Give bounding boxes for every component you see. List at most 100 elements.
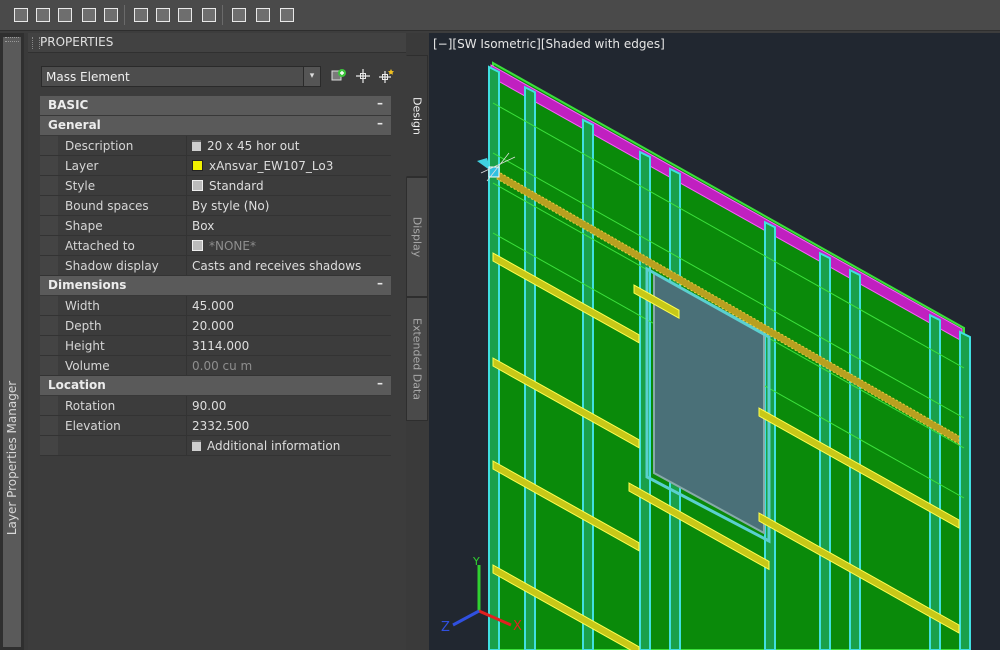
property-value[interactable]: 20 x 45 hor out bbox=[192, 139, 299, 153]
tab-extended-data[interactable]: Extended Data bbox=[406, 297, 428, 421]
display-manager-icon[interactable] bbox=[174, 4, 194, 24]
property-value-text: xAnsvar_EW107_Lo3 bbox=[209, 159, 334, 173]
property-value[interactable]: Additional information bbox=[192, 439, 340, 453]
collapse-icon[interactable]: – bbox=[377, 96, 383, 110]
object-type-select[interactable]: Mass Element ▾ bbox=[41, 66, 321, 87]
property-value-text: 45.000 bbox=[192, 299, 234, 313]
row-gutter bbox=[40, 296, 58, 315]
column-divider bbox=[186, 196, 187, 215]
collapse-icon[interactable]: – bbox=[377, 376, 383, 390]
column-divider bbox=[186, 256, 187, 275]
property-value[interactable]: 0.00 cu m bbox=[192, 359, 252, 373]
tab-display[interactable]: Display bbox=[406, 177, 428, 297]
column-divider bbox=[186, 176, 187, 195]
yellow-layer-swatch bbox=[192, 160, 203, 171]
property-row[interactable]: Description 20 x 45 hor out bbox=[40, 136, 391, 156]
column-divider bbox=[186, 416, 187, 435]
category-dimensions[interactable]: Dimensions – bbox=[40, 276, 391, 296]
property-row[interactable]: Bound spaces By style (No) bbox=[40, 196, 391, 216]
row-gutter bbox=[40, 176, 58, 195]
property-row[interactable]: Height 3114.000 bbox=[40, 336, 391, 356]
property-row[interactable]: Width 45.000 bbox=[40, 296, 391, 316]
property-name: Attached to bbox=[65, 239, 135, 253]
ucs-z-label: Z bbox=[441, 620, 450, 635]
stud[interactable] bbox=[959, 330, 971, 650]
property-row[interactable]: Style Standard bbox=[40, 176, 391, 196]
zoom-icon[interactable] bbox=[54, 4, 74, 24]
property-value[interactable]: *NONE* bbox=[192, 239, 256, 253]
property-row[interactable]: Elevation 2332.500 bbox=[40, 416, 391, 436]
property-name: Layer bbox=[65, 159, 99, 173]
stud[interactable] bbox=[929, 313, 941, 650]
sidebar-grip[interactable] bbox=[5, 37, 19, 42]
row-gutter bbox=[40, 316, 58, 335]
property-row[interactable]: Layer xAnsvar_EW107_Lo3 bbox=[40, 156, 391, 176]
property-value[interactable]: xAnsvar_EW107_Lo3 bbox=[192, 159, 333, 173]
collapse-icon[interactable]: – bbox=[377, 116, 383, 130]
category-basic[interactable]: BASIC – bbox=[40, 96, 391, 116]
property-row[interactable]: Rotation 90.00 bbox=[40, 396, 391, 416]
properties-edit-icon[interactable] bbox=[130, 4, 150, 24]
list-icon bbox=[192, 140, 201, 151]
property-name: Description bbox=[65, 139, 134, 153]
property-name: Rotation bbox=[65, 399, 116, 413]
property-row[interactable]: Attached to *NONE* bbox=[40, 236, 391, 256]
new-object-icon[interactable] bbox=[10, 4, 30, 24]
ucs-x-label: X bbox=[513, 619, 522, 634]
viewport-controls-label[interactable]: [−][SW Isometric][Shaded with edges] bbox=[433, 37, 665, 51]
refresh-icon[interactable] bbox=[32, 4, 52, 24]
settings-gear-icon[interactable] bbox=[276, 4, 296, 24]
property-row[interactable]: Depth 20.000 bbox=[40, 316, 391, 336]
property-value[interactable]: 2332.500 bbox=[192, 419, 249, 433]
chevron-down-icon[interactable]: ▾ bbox=[303, 67, 320, 86]
collapse-icon[interactable]: – bbox=[377, 276, 383, 290]
wall-model-view[interactable]: Y X Z bbox=[429, 33, 1000, 650]
column-divider bbox=[186, 136, 187, 155]
select-objects-icon[interactable] bbox=[330, 68, 348, 86]
row-gutter bbox=[40, 196, 58, 215]
properties-palette: PROPERTIES Mass Element ▾ BASIC – General –… bbox=[24, 33, 429, 650]
property-value-text: By style (No) bbox=[192, 199, 270, 213]
palette-title-bar[interactable]: PROPERTIES bbox=[28, 33, 406, 53]
model-viewport[interactable]: Y X Z [−][SW Isometric][Shaded with edge… bbox=[429, 33, 1000, 650]
quick-select-icon[interactable] bbox=[378, 68, 396, 86]
sidebar-label[interactable]: Layer Properties Manager bbox=[5, 381, 19, 535]
property-value[interactable]: 45.000 bbox=[192, 299, 234, 313]
property-value[interactable]: By style (No) bbox=[192, 199, 269, 213]
stud[interactable] bbox=[582, 118, 594, 650]
check-icon[interactable] bbox=[100, 4, 120, 24]
property-value[interactable]: Casts and receives shadows bbox=[192, 259, 361, 273]
property-name: Bound spaces bbox=[65, 199, 149, 213]
render-icon[interactable] bbox=[198, 4, 218, 24]
property-name: Height bbox=[65, 339, 105, 353]
property-value[interactable]: Box bbox=[192, 219, 214, 233]
tab-design-label: Design bbox=[410, 97, 424, 135]
category-location[interactable]: Location – bbox=[40, 376, 391, 396]
layer-icon[interactable] bbox=[228, 4, 248, 24]
toolbar-separator bbox=[124, 5, 125, 25]
palette-grip[interactable] bbox=[32, 37, 40, 49]
pick-point-icon[interactable] bbox=[354, 68, 372, 86]
property-row[interactable]: Volume 0.00 cu m bbox=[40, 356, 391, 376]
category-label: General bbox=[48, 118, 101, 132]
tab-design[interactable]: Design bbox=[406, 55, 428, 177]
category-label: BASIC bbox=[48, 98, 89, 112]
attach-icon bbox=[192, 240, 203, 251]
property-value[interactable]: 90.00 bbox=[192, 399, 226, 413]
command-line-icon[interactable] bbox=[252, 4, 272, 24]
sidebar-tab[interactable] bbox=[3, 37, 21, 647]
property-row[interactable]: Shape Box bbox=[40, 216, 391, 236]
property-value[interactable]: 3114.000 bbox=[192, 339, 249, 353]
property-value-text: 20.000 bbox=[192, 319, 234, 333]
property-value[interactable]: 20.000 bbox=[192, 319, 234, 333]
property-value-text: Box bbox=[192, 219, 215, 233]
property-value-text: Additional information bbox=[207, 439, 341, 453]
edit-style-icon[interactable] bbox=[78, 4, 98, 24]
property-value-text: 2332.500 bbox=[192, 419, 250, 433]
property-row[interactable]: Additional information bbox=[40, 436, 391, 456]
property-row[interactable]: Shadow display Casts and receives shadows bbox=[40, 256, 391, 276]
row-gutter bbox=[40, 256, 58, 275]
property-value[interactable]: Standard bbox=[192, 179, 264, 193]
style-manager-icon[interactable] bbox=[152, 4, 172, 24]
category-general[interactable]: General – bbox=[40, 116, 391, 136]
